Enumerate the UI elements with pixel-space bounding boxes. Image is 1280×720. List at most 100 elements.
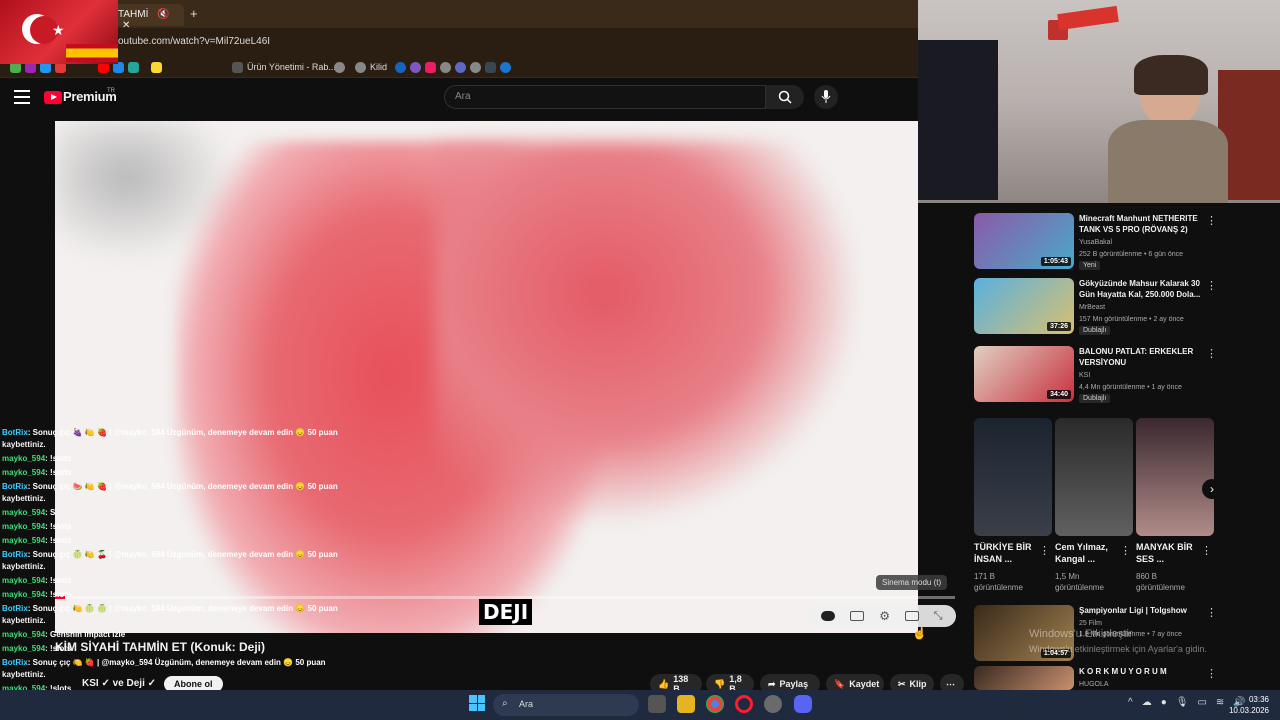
more-options-icon[interactable]: ⋮: [1206, 606, 1217, 619]
app-icon[interactable]: [764, 695, 782, 713]
more-options-icon[interactable]: ⋮: [1120, 544, 1131, 557]
chevron-right-icon[interactable]: ›: [1202, 479, 1222, 499]
new-tab-icon[interactable]: +: [190, 6, 198, 21]
taskbar-search[interactable]: Ara: [493, 694, 639, 716]
bookmark-icon[interactable]: [485, 61, 496, 73]
bookmark-icons-3[interactable]: [395, 60, 511, 74]
network-icon[interactable]: ☁: [1142, 697, 1152, 708]
chat-message-continuation: kaybettiniz.: [2, 562, 46, 571]
share-label: Paylaş: [779, 679, 809, 689]
video-title[interactable]: Minecraft Manhunt NETHERITE TANK VS 5 PR…: [1079, 213, 1201, 235]
bookmark-kilid[interactable]: Kilid: [355, 60, 387, 74]
browser-tab[interactable]: TAHMİ 🔇 ✕: [112, 4, 184, 31]
chat-text: : !slots: [45, 590, 72, 599]
thumbs-down-icon: 👎: [714, 678, 726, 689]
theater-mode-icon[interactable]: [904, 611, 919, 621]
globe-icon[interactable]: [440, 61, 451, 73]
bookmark-icon[interactable]: [128, 61, 139, 73]
chat-username: BotRix: [2, 482, 28, 491]
url-text[interactable]: outube.com/watch?v=Mil72ueL46I: [118, 36, 270, 47]
chat-text: : Sonuç çıç 🍋 🍈 🍈 | @mayko_594 Üzgünüm, …: [27, 604, 338, 613]
webcam-overlay: [918, 0, 1280, 203]
watermark-subtitle: Windows'u etkinleştirmek için Ayarlar'a …: [1029, 644, 1207, 654]
globe-icon[interactable]: [470, 61, 481, 73]
chat-message: mayko_594: S: [2, 508, 55, 517]
channel-name[interactable]: KSI: [1079, 370, 1090, 381]
save-label: Kaydet: [849, 679, 880, 689]
bookmark-icon[interactable]: [151, 61, 162, 73]
more-options-icon[interactable]: ⋮: [1206, 347, 1217, 360]
more-options-icon[interactable]: ⋮: [1206, 279, 1217, 292]
instagram-icon[interactable]: [425, 61, 436, 73]
voice-search-button[interactable]: [814, 85, 838, 109]
short-title[interactable]: MANYAK BİR SES ...: [1136, 541, 1206, 565]
windows-start-icon[interactable]: [469, 695, 485, 711]
chat-message: BotRix: Sonuç çıç 🍈 🍋 🍒 | @mayko_594 Üzg…: [2, 550, 338, 559]
video-title[interactable]: K O R K M U Y O R U M: [1079, 666, 1201, 677]
more-options-icon[interactable]: ⋮: [1201, 544, 1212, 557]
video-badge: Dublajlı: [1079, 394, 1111, 403]
microphone-icon[interactable]: 🎙: [1176, 697, 1189, 708]
video-thumbnail[interactable]: 1:05:43: [974, 213, 1074, 269]
chat-message: BotRix: Sonuç çıç 🍉 🍋 🍓 | @mayko_594 Üzg…: [2, 482, 338, 491]
mouse-cursor-icon: ☝: [912, 626, 927, 640]
video-title[interactable]: BALONU PATLAT: ERKEKLER VERSİYONU: [1079, 346, 1201, 368]
taskbar-clock[interactable]: 03:36 10.03.2026: [1227, 694, 1269, 716]
more-options-icon[interactable]: ⋮: [1206, 667, 1217, 680]
video-duration: 1:05:43: [1040, 257, 1071, 266]
video-thumbnail[interactable]: 34:40: [974, 346, 1074, 402]
video-title[interactable]: Gökyüzünde Mahsur Kalarak 30 Gün Hayatta…: [1079, 278, 1201, 300]
short-title[interactable]: Cem Yılmaz, Kangal ...: [1055, 541, 1125, 565]
chat-message: BotRix: Sonuç çıç 🍇 🍋 🍓 | @mayko_594 Üzg…: [2, 428, 338, 437]
bookmark-icon[interactable]: [395, 61, 406, 73]
fullscreen-icon[interactable]: ⤡: [934, 610, 943, 623]
windows-taskbar: [0, 690, 1280, 720]
short-thumbnail[interactable]: [1136, 418, 1214, 536]
file-explorer-icon[interactable]: [677, 695, 695, 713]
bookmark-icon[interactable]: [455, 61, 466, 73]
short-thumbnail[interactable]: [1055, 418, 1133, 536]
theater-mode-tooltip: Sinema modu (t): [876, 575, 948, 590]
bookmark-icon[interactable]: [410, 61, 421, 73]
channel-name[interactable]: HUGOLA: [1079, 679, 1109, 690]
channel-name[interactable]: YusaBakal: [1079, 237, 1112, 248]
youtube-logo-icon[interactable]: [44, 91, 62, 104]
discord-icon[interactable]: [794, 695, 812, 713]
display-icon[interactable]: ▭: [1197, 697, 1206, 708]
search-input[interactable]: Ara: [444, 85, 766, 109]
watermark-title: Windows'u Etkinleştir: [1029, 628, 1133, 640]
channel-names[interactable]: KSI ✓ ve Deji ✓: [82, 678, 156, 689]
short-views: 171 B görüntülenme: [974, 572, 1023, 592]
close-icon[interactable]: ✕: [122, 20, 130, 31]
video-thumbnail[interactable]: 37:26: [974, 278, 1074, 334]
channel-name[interactable]: MrBeast: [1079, 302, 1105, 313]
bookmark-icon[interactable]: [500, 61, 511, 73]
mute-icon[interactable]: 🔇: [157, 9, 169, 20]
chevron-up-icon[interactable]: ^: [1128, 697, 1133, 708]
video-title[interactable]: Şampiyonlar Ligi | Tolgshow: [1079, 605, 1201, 616]
bookmark-urun[interactable]: Ürün Yönetimi - Rab...: [232, 60, 336, 74]
opera-icon[interactable]: [735, 695, 753, 713]
app-tray-icon[interactable]: ●: [1161, 697, 1167, 708]
more-options-icon[interactable]: ⋮: [1039, 544, 1050, 557]
wifi-icon[interactable]: ≋: [1216, 697, 1224, 708]
subtitles-icon[interactable]: [850, 611, 865, 621]
hamburger-menu-icon[interactable]: [14, 90, 30, 104]
video-thumbnail[interactable]: [974, 666, 1074, 690]
tab-title: TAHMİ: [118, 9, 149, 20]
bookmark-icons-2[interactable]: [334, 60, 345, 74]
bookmark-label: Ürün Yönetimi - Rab...: [247, 62, 336, 72]
clip-label: Klip: [909, 679, 927, 689]
chat-text: : !slots: [45, 644, 72, 653]
chrome-icon[interactable]: [706, 695, 724, 713]
more-options-icon[interactable]: ⋮: [1206, 214, 1217, 227]
settings-gear-icon[interactable]: ⚙: [879, 609, 890, 623]
globe-icon: [334, 61, 345, 73]
task-view-icon[interactable]: [648, 695, 666, 713]
short-thumbnail[interactable]: [974, 418, 1052, 536]
autoplay-toggle[interactable]: [821, 611, 836, 621]
short-title[interactable]: TÜRKİYE BİR İNSAN ...: [974, 541, 1044, 565]
search-button[interactable]: [766, 85, 804, 109]
share-icon: ➦: [768, 678, 776, 689]
chat-username: BotRix: [2, 604, 28, 613]
